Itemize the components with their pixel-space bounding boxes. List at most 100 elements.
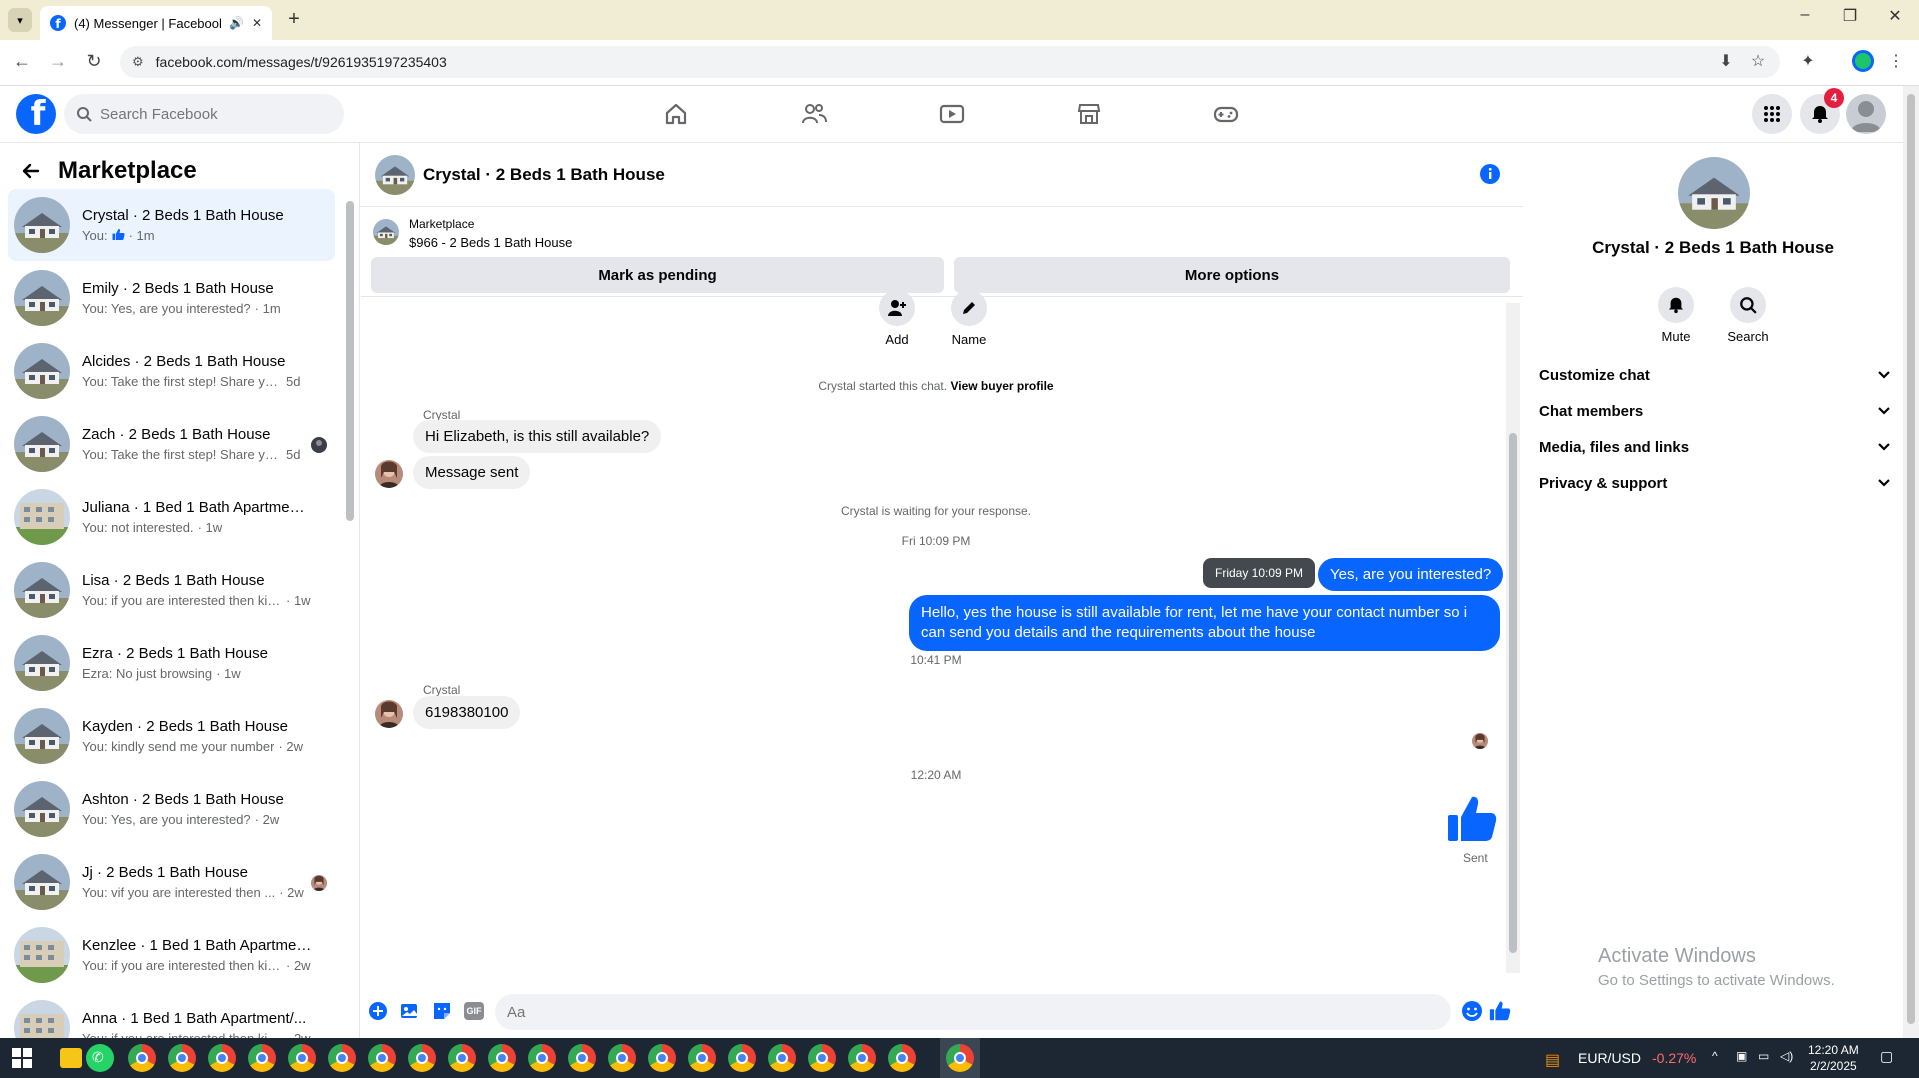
facebook-search-box[interactable] (64, 94, 344, 134)
url-omnibox[interactable]: ⚙ facebook.com/messages/t/92619351972354… (120, 46, 1780, 78)
sticker-icon[interactable] (431, 1000, 453, 1022)
send-like-icon[interactable] (1489, 1000, 1511, 1022)
like-thumb-icon[interactable] (1446, 793, 1498, 845)
conversation-item[interactable]: Alcides · 2 Beds 1 Bath House You: Take t… (8, 335, 335, 407)
chrome-icon[interactable] (128, 1044, 156, 1072)
gif-icon[interactable]: GIF (463, 1000, 485, 1022)
chrome-icon[interactable] (528, 1044, 556, 1072)
facebook-logo-icon[interactable]: f (16, 94, 56, 134)
conversation-item[interactable]: Anna · 1 Bed 1 Bath Apartment/... You: if… (8, 992, 335, 1038)
name-chat-action[interactable]: Name (939, 290, 999, 347)
chrome-icon[interactable] (208, 1044, 236, 1072)
info-section-privacy-support[interactable]: Privacy & support (1539, 461, 1891, 505)
conversation-list-scrollbar[interactable] (344, 189, 356, 1034)
system-clock[interactable]: 12:20 AM 2/2/2025 (1808, 1042, 1859, 1074)
extensions-icon[interactable]: ✦ (1796, 51, 1820, 71)
chrome-icon[interactable] (728, 1044, 756, 1072)
video-nav-icon[interactable] (934, 96, 970, 132)
file-explorer-icon[interactable] (60, 1048, 82, 1068)
tab-audio-icon[interactable]: 🔊 (229, 16, 244, 30)
conversation-item[interactable]: Kenzlee · 1 Bed 1 Bath Apartmen... You: i… (8, 919, 335, 991)
add-member-action[interactable]: Add (867, 290, 927, 347)
conversation-item[interactable]: Emily · 2 Beds 1 Bath House You: Yes, are… (8, 262, 335, 334)
notification-center-icon[interactable]: ▢ (1880, 1048, 1893, 1065)
conversation-item[interactable]: Juliana · 1 Bed 1 Bath Apartment... You: … (8, 481, 335, 553)
conversation-item[interactable]: Kayden · 2 Beds 1 Bath House You: kindly … (8, 700, 335, 772)
view-buyer-profile-link[interactable]: View buyer profile (950, 379, 1053, 393)
more-actions-plus-icon[interactable] (367, 1000, 389, 1022)
message-thread[interactable]: Add Name Crystal started this chat. View… (361, 290, 1511, 978)
reload-icon[interactable]: ↻ (82, 51, 106, 72)
bookmark-star-icon[interactable]: ☆ (1746, 51, 1770, 71)
listing-thumbnail[interactable] (373, 219, 399, 245)
whatsapp-icon[interactable]: ✆ (86, 1044, 114, 1072)
restore-icon[interactable]: ❐ (1830, 6, 1870, 26)
browser-menu-icon[interactable]: ⋮ (1884, 51, 1908, 71)
windows-start-icon[interactable] (12, 1048, 32, 1068)
chat-title[interactable]: Crystal · 2 Beds 1 Bath House (423, 165, 665, 185)
back-icon[interactable]: ← (10, 51, 34, 72)
info-icon[interactable] (1479, 163, 1501, 185)
forward-icon[interactable]: → (46, 51, 70, 72)
chat-info-avatar[interactable] (1678, 157, 1750, 229)
sender-avatar[interactable] (375, 460, 403, 488)
outgoing-message[interactable]: Hello, yes the house is still available … (909, 595, 1500, 651)
sender-avatar[interactable] (375, 700, 403, 728)
chrome-icon[interactable] (248, 1044, 276, 1072)
chrome-icon[interactable] (168, 1044, 196, 1072)
chrome-icon[interactable] (448, 1044, 476, 1072)
meet-now-icon[interactable]: ▣ (1736, 1049, 1747, 1063)
mute-action[interactable]: Mute (1646, 287, 1706, 344)
conversation-item[interactable]: Lisa · 2 Beds 1 Bath House You: if you ar… (8, 554, 335, 626)
message-input[interactable] (495, 994, 1451, 1030)
site-info-icon[interactable]: ⚙ (132, 54, 144, 70)
chrome-icon[interactable] (568, 1044, 596, 1072)
conversation-item[interactable]: Ashton · 2 Beds 1 Bath House You: Yes, ar… (8, 773, 335, 845)
chat-avatar[interactable] (375, 155, 415, 195)
conversation-item[interactable]: Zach · 2 Beds 1 Bath House You: Take the … (8, 408, 335, 480)
chrome-icon[interactable] (488, 1044, 516, 1072)
facebook-search-input[interactable] (100, 105, 320, 123)
listing-price-title[interactable]: $966 - 2 Beds 1 Bath House (409, 235, 572, 250)
new-tab-icon[interactable]: + (282, 8, 306, 31)
chat-scrollbar[interactable] (1506, 303, 1520, 973)
chrome-icon[interactable] (648, 1044, 676, 1072)
incoming-message[interactable]: Message sent (413, 456, 531, 489)
chrome-icon[interactable] (288, 1044, 316, 1072)
search-in-chat-action[interactable]: Search (1718, 287, 1778, 344)
chrome-icon[interactable] (946, 1044, 974, 1072)
menu-grid-icon[interactable] (1752, 94, 1792, 134)
mark-as-pending-button[interactable]: Mark as pending (371, 257, 944, 293)
conversation-item[interactable]: Crystal · 2 Beds 1 Bath House You: · 1m (8, 189, 335, 261)
tab-search-dropdown-icon[interactable]: ▾ (8, 8, 32, 32)
conversation-item[interactable]: Ezra · 2 Beds 1 Bath House Ezra: No just … (8, 627, 335, 699)
back-arrow-icon[interactable] (20, 161, 40, 181)
chrome-icon[interactable] (408, 1044, 436, 1072)
conversation-item[interactable]: Jj · 2 Beds 1 Bath House You: vif you are… (8, 846, 335, 918)
account-avatar[interactable] (1846, 94, 1886, 134)
chrome-icon[interactable] (368, 1044, 396, 1072)
chrome-icon[interactable] (768, 1044, 796, 1072)
attach-photo-icon[interactable] (399, 1000, 421, 1022)
chrome-icon[interactable] (848, 1044, 876, 1072)
network-icon[interactable]: ▭ (1758, 1049, 1769, 1063)
install-app-icon[interactable]: ⬇ (1714, 51, 1738, 71)
incoming-message[interactable]: Hi Elizabeth, is this still available? (413, 420, 662, 453)
incoming-message[interactable]: 6198380100 (413, 696, 521, 729)
close-window-icon[interactable]: ✕ (1875, 6, 1915, 26)
more-options-button[interactable]: More options (954, 257, 1510, 293)
outgoing-message[interactable]: Yes, are you interested? (1318, 558, 1504, 591)
page-scrollbar[interactable] (1903, 86, 1919, 1038)
tab-close-icon[interactable]: ✕ (252, 16, 262, 30)
show-hidden-icons-icon[interactable]: ^ (1712, 1049, 1718, 1063)
chrome-icon[interactable] (688, 1044, 716, 1072)
weather-fx-icon[interactable]: ▤ (1545, 1050, 1560, 1070)
gaming-nav-icon[interactable] (1208, 96, 1244, 132)
browser-profile-icon[interactable] (1852, 50, 1874, 72)
ticker-label[interactable]: EUR/USD (1578, 1050, 1641, 1066)
marketplace-nav-icon[interactable] (1071, 96, 1107, 132)
home-nav-icon[interactable] (658, 96, 694, 132)
chrome-icon[interactable] (328, 1044, 356, 1072)
friends-nav-icon[interactable] (796, 96, 832, 132)
minimize-icon[interactable]: – (1785, 6, 1825, 24)
